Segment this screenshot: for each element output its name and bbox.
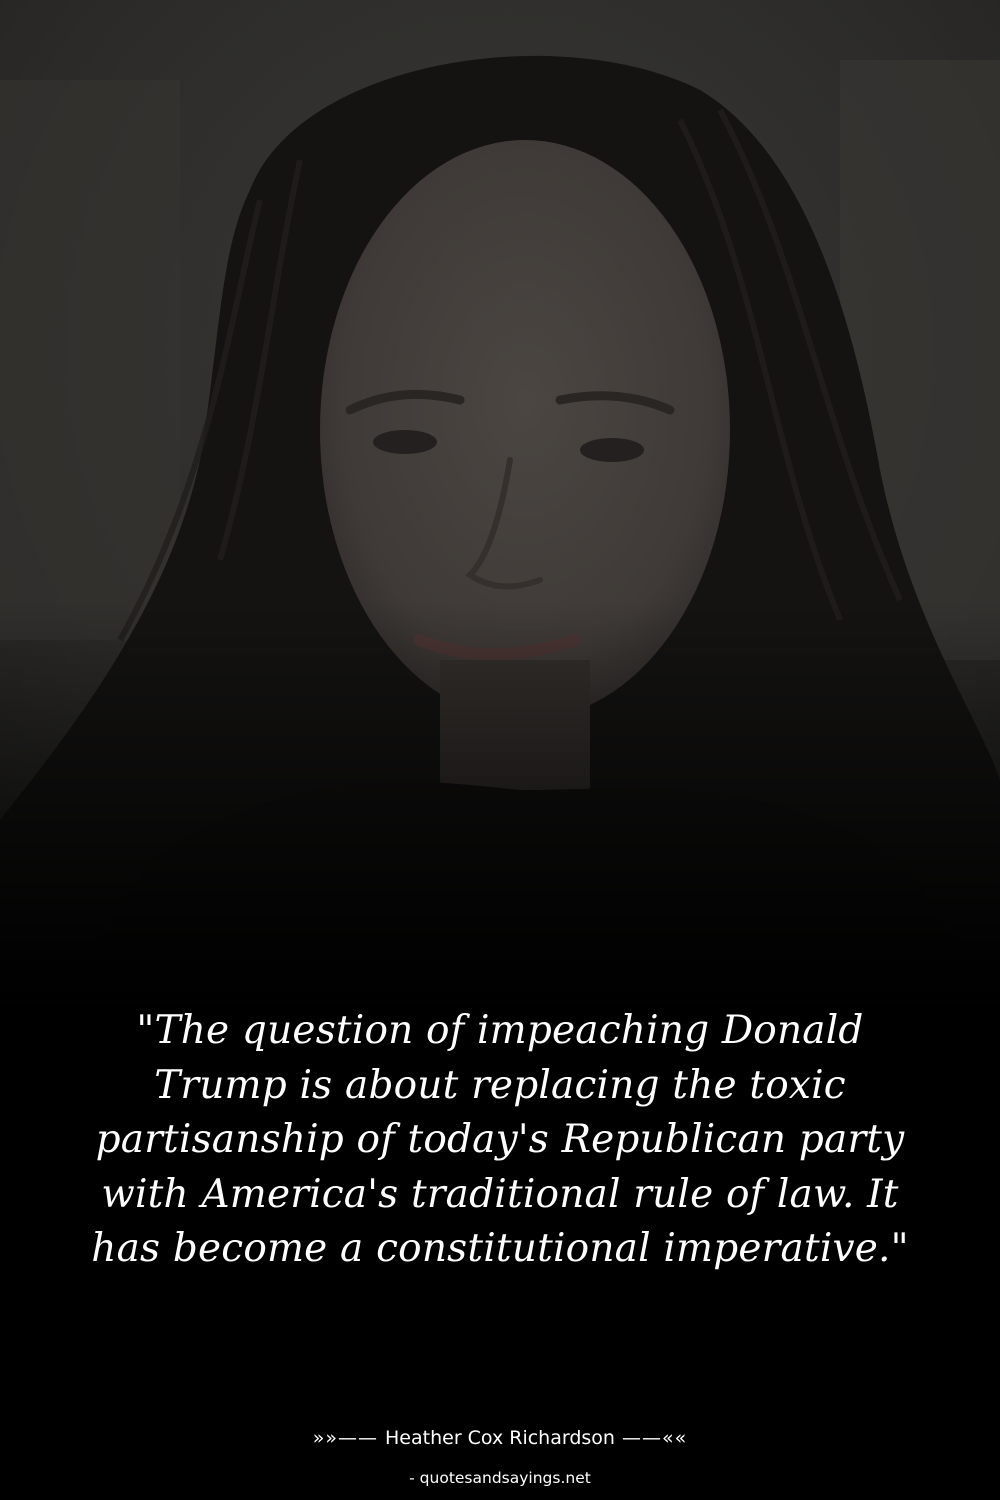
author-line: »»—— Heather Cox Richardson ——«« xyxy=(0,1424,1000,1452)
quote-text: "The question of impeaching Donald Trump… xyxy=(91,1008,909,1271)
author-name: Heather Cox Richardson xyxy=(385,1427,615,1449)
site-credit[interactable]: - quotesandsayings.net xyxy=(0,1466,1000,1490)
author-suffix-ornament: ——«« xyxy=(614,1427,688,1449)
author-prefix-ornament: »»—— xyxy=(312,1427,386,1449)
quote-poster: "The question of impeaching Donald Trump… xyxy=(0,0,1000,1500)
